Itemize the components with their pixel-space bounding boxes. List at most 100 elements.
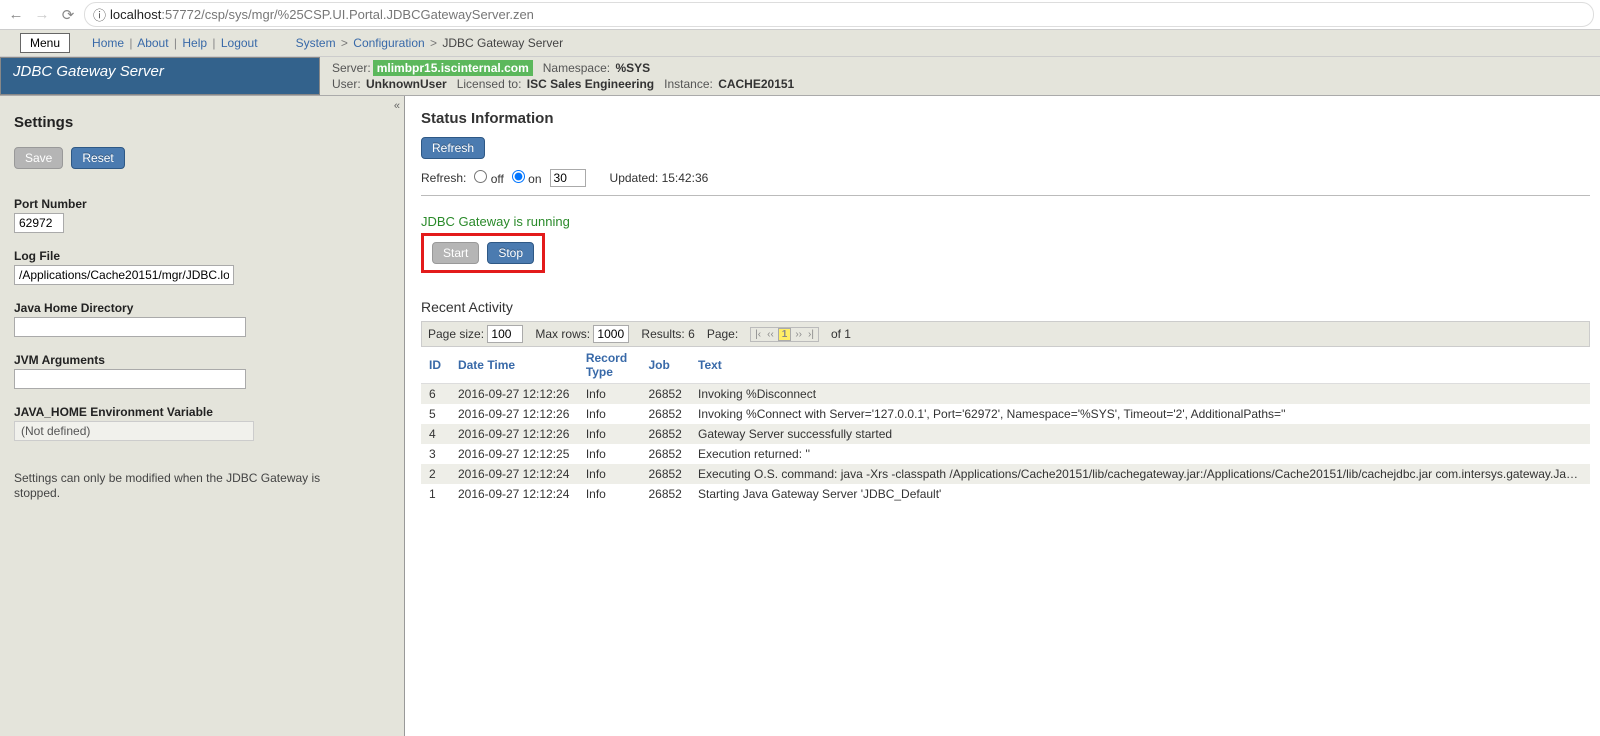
back-icon[interactable]: ← [6, 5, 26, 25]
cell-job: 26852 [640, 424, 690, 444]
cell-dt: 2016-09-27 12:12:26 [450, 384, 578, 405]
java-home-input[interactable] [14, 317, 246, 337]
cell-id: 1 [421, 484, 450, 504]
table-row[interactable]: 12016-09-27 12:12:24Info26852Starting Ja… [421, 484, 1590, 504]
about-link[interactable]: About [137, 36, 168, 50]
updated-value: 15:42:36 [662, 171, 709, 185]
cell-text: Gateway Server successfully started [690, 424, 1590, 444]
refresh-label: Refresh: [421, 171, 466, 185]
reload-icon[interactable]: ⟳ [58, 5, 78, 25]
table-row[interactable]: 22016-09-27 12:12:24Info26852Executing O… [421, 464, 1590, 484]
server-badge: mlimbpr15.iscinternal.com [373, 60, 533, 76]
stop-button[interactable]: Stop [487, 242, 534, 264]
server-label: Server: [332, 61, 371, 75]
cell-dt: 2016-09-27 12:12:24 [450, 464, 578, 484]
col-text[interactable]: Text [690, 347, 1590, 384]
forward-icon[interactable]: → [32, 5, 52, 25]
help-link[interactable]: Help [182, 36, 207, 50]
table-row[interactable]: 62016-09-27 12:12:26Info26852Invoking %D… [421, 384, 1590, 405]
cell-rt: Info [578, 384, 641, 405]
main: « Settings Save Reset Port Number Log Fi… [0, 96, 1600, 736]
activity-table: ID Date Time Record Type Job Text 62016-… [421, 347, 1590, 504]
instance-value: CACHE20151 [718, 77, 794, 91]
table-row[interactable]: 42016-09-27 12:12:26Info26852Gateway Ser… [421, 424, 1590, 444]
save-button[interactable]: Save [14, 147, 63, 169]
cell-id: 5 [421, 404, 450, 424]
updated-label: Updated: [610, 171, 659, 185]
url-host: localhost [110, 7, 161, 22]
first-page-icon[interactable]: |‹ [753, 329, 763, 340]
browser-toolbar: ← → ⟳ ⓘ localhost:57772/csp/sys/mgr/%25C… [0, 0, 1600, 30]
refresh-interval-input[interactable] [550, 169, 586, 187]
max-rows-input[interactable] [593, 325, 629, 343]
cell-dt: 2016-09-27 12:12:25 [450, 444, 578, 464]
address-bar[interactable]: ⓘ localhost:57772/csp/sys/mgr/%25CSP.UI.… [84, 2, 1594, 27]
logout-link[interactable]: Logout [221, 36, 258, 50]
sidebar: « Settings Save Reset Port Number Log Fi… [0, 96, 405, 736]
settings-note: Settings can only be modified when the J… [14, 471, 354, 501]
col-datetime[interactable]: Date Time [450, 347, 578, 384]
cell-job: 26852 [640, 484, 690, 504]
header: JDBC Gateway Server Server:mlimbpr15.isc… [0, 57, 1600, 96]
cell-id: 4 [421, 424, 450, 444]
user-label: User: [332, 77, 361, 91]
namespace-value: %SYS [615, 61, 650, 75]
cell-job: 26852 [640, 384, 690, 405]
refresh-off[interactable]: off [474, 170, 503, 186]
settings-heading: Settings [14, 114, 390, 131]
namespace-label: Namespace: [543, 61, 610, 75]
page-size-input[interactable] [487, 325, 523, 343]
start-button[interactable]: Start [432, 242, 479, 264]
url-path: :57772/csp/sys/mgr/%25CSP.UI.Portal.JDBC… [161, 7, 534, 22]
bc-system[interactable]: System [296, 36, 336, 50]
cell-id: 3 [421, 444, 450, 464]
content: Status Information Refresh Refresh: off … [405, 96, 1600, 736]
next-page-icon[interactable]: ›› [793, 329, 804, 340]
cell-dt: 2016-09-27 12:12:24 [450, 484, 578, 504]
status-heading: Status Information [421, 110, 1590, 127]
logfile-input[interactable] [14, 265, 234, 285]
cell-rt: Info [578, 444, 641, 464]
col-id[interactable]: ID [421, 347, 450, 384]
page-of: of 1 [831, 327, 851, 341]
cell-dt: 2016-09-27 12:12:26 [450, 404, 578, 424]
page-label: Page: [707, 327, 738, 341]
logfile-label: Log File [14, 249, 390, 263]
cell-job: 26852 [640, 444, 690, 464]
table-row[interactable]: 32016-09-27 12:12:25Info26852Execution r… [421, 444, 1590, 464]
cell-job: 26852 [640, 404, 690, 424]
prev-page-icon[interactable]: ‹‹ [765, 329, 776, 340]
cell-rt: Info [578, 404, 641, 424]
cell-text: Invoking %Disconnect [690, 384, 1590, 405]
max-rows-label: Max rows: [535, 327, 590, 341]
table-row[interactable]: 52016-09-27 12:12:26Info26852Invoking %C… [421, 404, 1590, 424]
licensed-value: ISC Sales Engineering [527, 77, 654, 91]
col-recordtype[interactable]: Record Type [578, 347, 641, 384]
recent-activity-heading: Recent Activity [421, 299, 1590, 315]
port-label: Port Number [14, 197, 390, 211]
port-input[interactable] [14, 213, 64, 233]
top-nav: Menu Home | About | Help | Logout System… [0, 30, 1600, 57]
bc-config[interactable]: Configuration [353, 36, 424, 50]
cell-dt: 2016-09-27 12:12:26 [450, 424, 578, 444]
cell-id: 2 [421, 464, 450, 484]
last-page-icon[interactable]: ›| [806, 329, 816, 340]
home-link[interactable]: Home [92, 36, 124, 50]
reset-button[interactable]: Reset [71, 147, 124, 169]
page-number[interactable]: 1 [778, 328, 792, 341]
env-var-label: JAVA_HOME Environment Variable [14, 405, 390, 419]
java-home-label: Java Home Directory [14, 301, 390, 315]
instance-label: Instance: [664, 77, 713, 91]
refresh-on[interactable]: on [512, 170, 542, 186]
refresh-controls: Refresh: off on Updated: 15:42:36 [421, 169, 1590, 187]
results-label: Results: [641, 327, 684, 341]
user-value: UnknownUser [366, 77, 447, 91]
jvm-args-input[interactable] [14, 369, 246, 389]
refresh-button[interactable]: Refresh [421, 137, 485, 159]
cell-rt: Info [578, 464, 641, 484]
cell-text: Execution returned: '' [690, 444, 1590, 464]
col-job[interactable]: Job [640, 347, 690, 384]
menu-button[interactable]: Menu [20, 33, 70, 53]
bc-current: JDBC Gateway Server [442, 36, 563, 50]
collapse-icon[interactable]: « [394, 100, 400, 112]
